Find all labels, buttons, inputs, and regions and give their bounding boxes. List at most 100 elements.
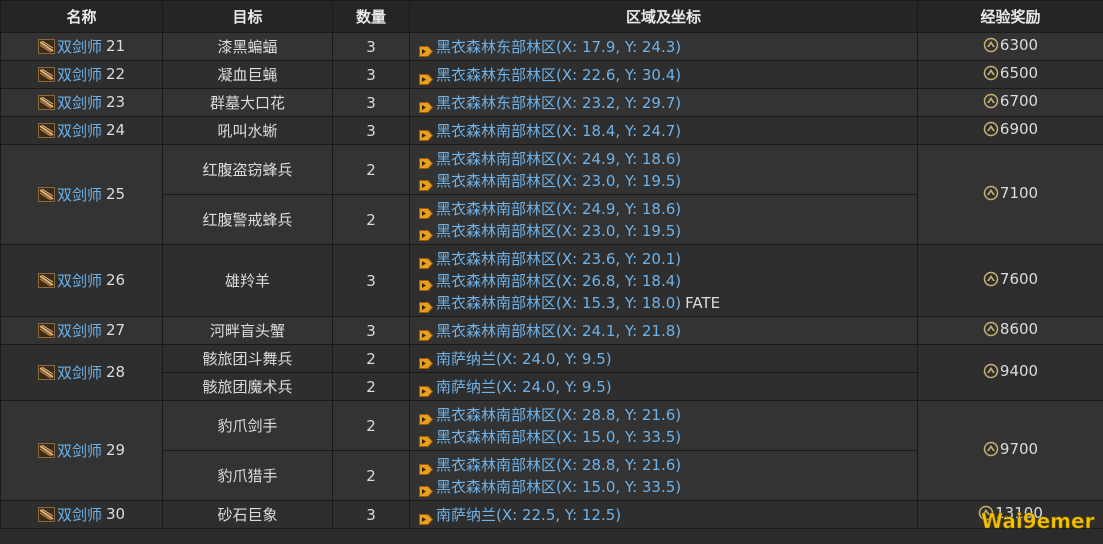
zone-link[interactable]: 南萨纳兰: [436, 504, 496, 526]
exp-cell: 7600: [917, 244, 1103, 317]
job-link[interactable]: 双剑师 24: [37, 120, 125, 141]
exp-value: 6700: [999, 92, 1039, 110]
zone-link[interactable]: 黑衣森林南部林区: [436, 454, 556, 476]
exp-value: 8600: [999, 320, 1039, 338]
target-name: 红腹警戒蜂兵: [162, 194, 333, 245]
location-line: 南萨纳兰 (X: 22.5, Y: 12.5): [419, 504, 917, 526]
job-link[interactable]: 双剑师 27: [37, 320, 126, 341]
coordinates: (X: 15.3, Y: 18.0): [556, 293, 682, 312]
location-line: 南萨纳兰 (X: 24.0, Y: 9.5): [419, 376, 917, 398]
target-name: 吼叫水蜥: [162, 116, 333, 145]
exp-crystal-icon: [983, 441, 999, 457]
job-level: 27: [105, 321, 126, 339]
table-row: 双剑师 23 群墓大口花 3 黑衣森林东部林区 (X: 23.2, Y: 29.7) 67…: [0, 88, 1103, 117]
exp-cell: 6700: [917, 88, 1103, 117]
exp-cell: 6300: [917, 32, 1103, 61]
coordinates: (X: 23.0, Y: 19.5): [556, 171, 682, 190]
job-name: 双剑师: [56, 185, 102, 204]
dual-swords-icon: [37, 122, 55, 138]
location-line: 黑衣森林南部林区 (X: 23.0, Y: 19.5): [419, 220, 917, 242]
location-line: 黑衣森林南部林区 (X: 28.8, Y: 21.6): [419, 404, 917, 426]
target-qty: 2: [332, 450, 410, 501]
location-line: 黑衣森林南部林区 (X: 24.1, Y: 21.8): [419, 320, 917, 342]
zone-link[interactable]: 黑衣森林东部林区: [436, 92, 556, 114]
header-qty: 数量: [332, 0, 410, 33]
job-level: 26: [105, 271, 126, 289]
exp-value: 7100: [999, 184, 1039, 202]
coordinates: (X: 24.0, Y: 9.5): [496, 377, 612, 396]
coordinates: (X: 24.9, Y: 18.6): [556, 149, 682, 168]
zone-cell: 黑衣森林南部林区 (X: 24.9, Y: 18.6) 黑衣森林南部林区 (X: …: [409, 194, 918, 245]
header-zone: 区域及坐标: [409, 0, 918, 33]
zone-link[interactable]: 黑衣森林南部林区: [436, 148, 556, 170]
location-line: 黑衣森林南部林区 (X: 18.4, Y: 24.7): [419, 120, 917, 142]
quest-table: 名称 目标 数量 区域及坐标 经验奖励 双剑师 21 漆黑蝙蝠 3 黑衣森林东部林区 (…: [0, 0, 1103, 529]
zone-link[interactable]: 黑衣森林南部林区: [436, 170, 556, 192]
target-name: 凝血巨蝇: [162, 60, 333, 89]
job-level-cell: 双剑师 24: [0, 116, 163, 145]
exp-value-wrap: 6500: [983, 64, 1038, 82]
zone-link[interactable]: 黑衣森林南部林区: [436, 120, 556, 142]
map-marker-icon: [419, 41, 434, 57]
exp-crystal-icon: [983, 185, 999, 201]
zone-link[interactable]: 黑衣森林南部林区: [436, 248, 556, 270]
location-line: 黑衣森林南部林区 (X: 28.8, Y: 21.6): [419, 454, 917, 476]
dual-swords-icon: [37, 38, 55, 54]
zone-link[interactable]: 黑衣森林南部林区: [436, 476, 556, 498]
zone-cell: 黑衣森林东部林区 (X: 23.2, Y: 29.7): [409, 88, 918, 117]
zone-link[interactable]: 黑衣森林南部林区: [436, 220, 556, 242]
exp-value: 9400: [999, 362, 1039, 380]
job-link[interactable]: 双剑师 28: [37, 362, 125, 383]
coordinates: (X: 15.0, Y: 33.5): [556, 427, 682, 446]
map-marker-icon: [419, 175, 434, 191]
zone-link[interactable]: 黑衣森林南部林区: [436, 270, 556, 292]
map-marker-icon: [419, 97, 434, 113]
zone-cell: 黑衣森林南部林区 (X: 23.6, Y: 20.1) 黑衣森林南部林区 (X: …: [409, 244, 918, 317]
map-marker-icon: [419, 431, 434, 447]
job-link[interactable]: 双剑师 22: [37, 64, 125, 85]
zone-link[interactable]: 黑衣森林南部林区: [436, 426, 556, 448]
zone-link[interactable]: 黑衣森林南部林区: [436, 320, 556, 342]
exp-crystal-icon: [983, 321, 999, 337]
coordinates: (X: 23.6, Y: 20.1): [556, 249, 682, 268]
target-name: 骸旅团魔术兵: [162, 372, 333, 401]
exp-crystal-icon: [983, 121, 999, 137]
job-link[interactable]: 双剑师 29: [37, 440, 126, 461]
zone-link[interactable]: 黑衣森林南部林区: [436, 404, 556, 426]
zone-link[interactable]: 黑衣森林南部林区: [436, 292, 556, 314]
target-qty: 3: [332, 60, 410, 89]
target-qty: 2: [332, 194, 410, 245]
coordinates: (X: 28.8, Y: 21.6): [556, 405, 682, 424]
exp-crystal-icon: [983, 93, 999, 109]
zone-link[interactable]: 黑衣森林南部林区: [436, 198, 556, 220]
map-marker-icon: [419, 481, 434, 497]
zone-link[interactable]: 南萨纳兰: [436, 348, 496, 370]
target-name: 河畔盲头蟹: [162, 316, 333, 345]
target-qty: 3: [332, 316, 410, 345]
map-marker-icon: [419, 125, 434, 141]
job-level-cell: 双剑师 27: [0, 316, 163, 345]
job-level: 29: [105, 441, 126, 459]
job-link[interactable]: 双剑师 21: [37, 36, 125, 57]
zone-cell: 南萨纳兰 (X: 24.0, Y: 9.5): [409, 372, 918, 401]
location-line: 黑衣森林南部林区 (X: 24.9, Y: 18.6): [419, 198, 917, 220]
job-link[interactable]: 双剑师 25: [37, 184, 126, 205]
location-line: 黑衣森林南部林区 (X: 15.3, Y: 18.0) FATE: [419, 292, 917, 314]
target-qty: 2: [332, 400, 410, 451]
map-marker-icon: [419, 275, 434, 291]
zone-link[interactable]: 黑衣森林东部林区: [436, 64, 556, 86]
zone-link[interactable]: 黑衣森林东部林区: [436, 36, 556, 58]
zone-cell: 黑衣森林东部林区 (X: 17.9, Y: 24.3): [409, 32, 918, 61]
zone-cell: 南萨纳兰 (X: 22.5, Y: 12.5): [409, 500, 918, 529]
map-marker-icon: [419, 225, 434, 241]
job-level-cell: 双剑师 29: [0, 400, 163, 501]
job-link[interactable]: 双剑师 23: [37, 92, 125, 113]
map-marker-icon: [419, 409, 434, 425]
job-link[interactable]: 双剑师 26: [37, 270, 126, 291]
map-marker-icon: [419, 297, 434, 313]
zone-link[interactable]: 南萨纳兰: [436, 376, 496, 398]
coordinates: (X: 18.4, Y: 24.7): [556, 121, 682, 140]
job-level: 25: [105, 185, 126, 203]
job-level-cell: 双剑师 30: [0, 500, 163, 529]
job-link[interactable]: 双剑师 30: [37, 504, 125, 525]
